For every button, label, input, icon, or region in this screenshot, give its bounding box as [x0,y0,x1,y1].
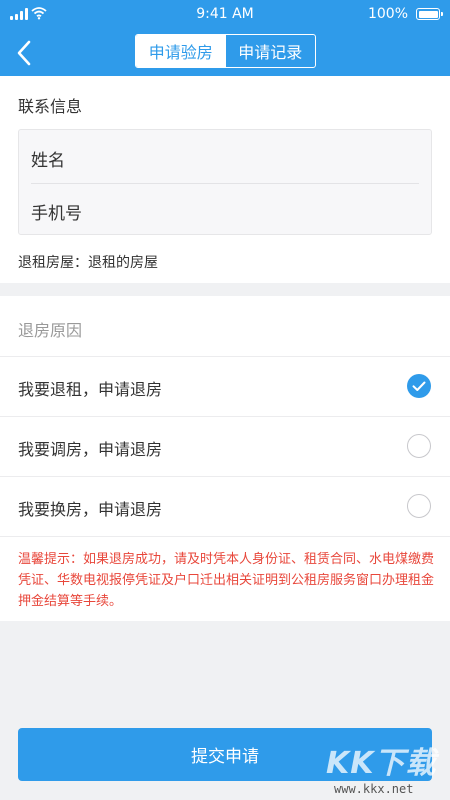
name-field[interactable]: 姓名 [31,146,65,171]
segmented-tabs: 申请验房 申请记录 [135,34,316,68]
option-transfer-house[interactable]: 我要调房，申请退房 [0,417,450,475]
option-label: 我要退租，申请退房 [18,380,163,399]
divider [0,536,450,537]
contact-section-title: 联系信息 [18,97,83,116]
option-label: 我要调房，申请退房 [18,440,163,459]
radio-unchecked-icon[interactable] [407,434,431,458]
tab-apply-records[interactable]: 申请记录 [226,35,316,67]
battery-icon [416,8,443,20]
submit-button[interactable]: 提交申请 [18,728,432,781]
back-button[interactable] [12,38,38,68]
tab-apply-inspection[interactable]: 申请验房 [136,35,226,67]
option-swap-house[interactable]: 我要换房，申请退房 [0,477,450,535]
checkout-house-label: 退租房屋：退租的房屋 [18,255,158,271]
radio-checked-icon[interactable] [407,374,431,398]
field-divider [31,183,419,184]
warm-tip-text: 温馨提示：如果退房成功，请及时凭本人身份证、租赁合同、水电煤缴费凭证、华数电视报… [18,552,435,609]
chevron-left-icon [17,40,31,66]
option-label: 我要换房，申请退房 [18,500,163,519]
reason-section-title: 退房原因 [18,321,83,340]
watermark-url: www.kkx.net [334,782,414,796]
radio-unchecked-icon[interactable] [407,494,431,518]
status-bar: 9:41 AM 100% [0,0,450,30]
contact-form: 姓名 手机号 [18,129,432,235]
option-terminate-lease[interactable]: 我要退租，申请退房 [0,357,450,415]
phone-field[interactable]: 手机号 [31,199,82,224]
checkmark-icon [412,381,426,391]
battery-percent: 100% [367,6,408,22]
